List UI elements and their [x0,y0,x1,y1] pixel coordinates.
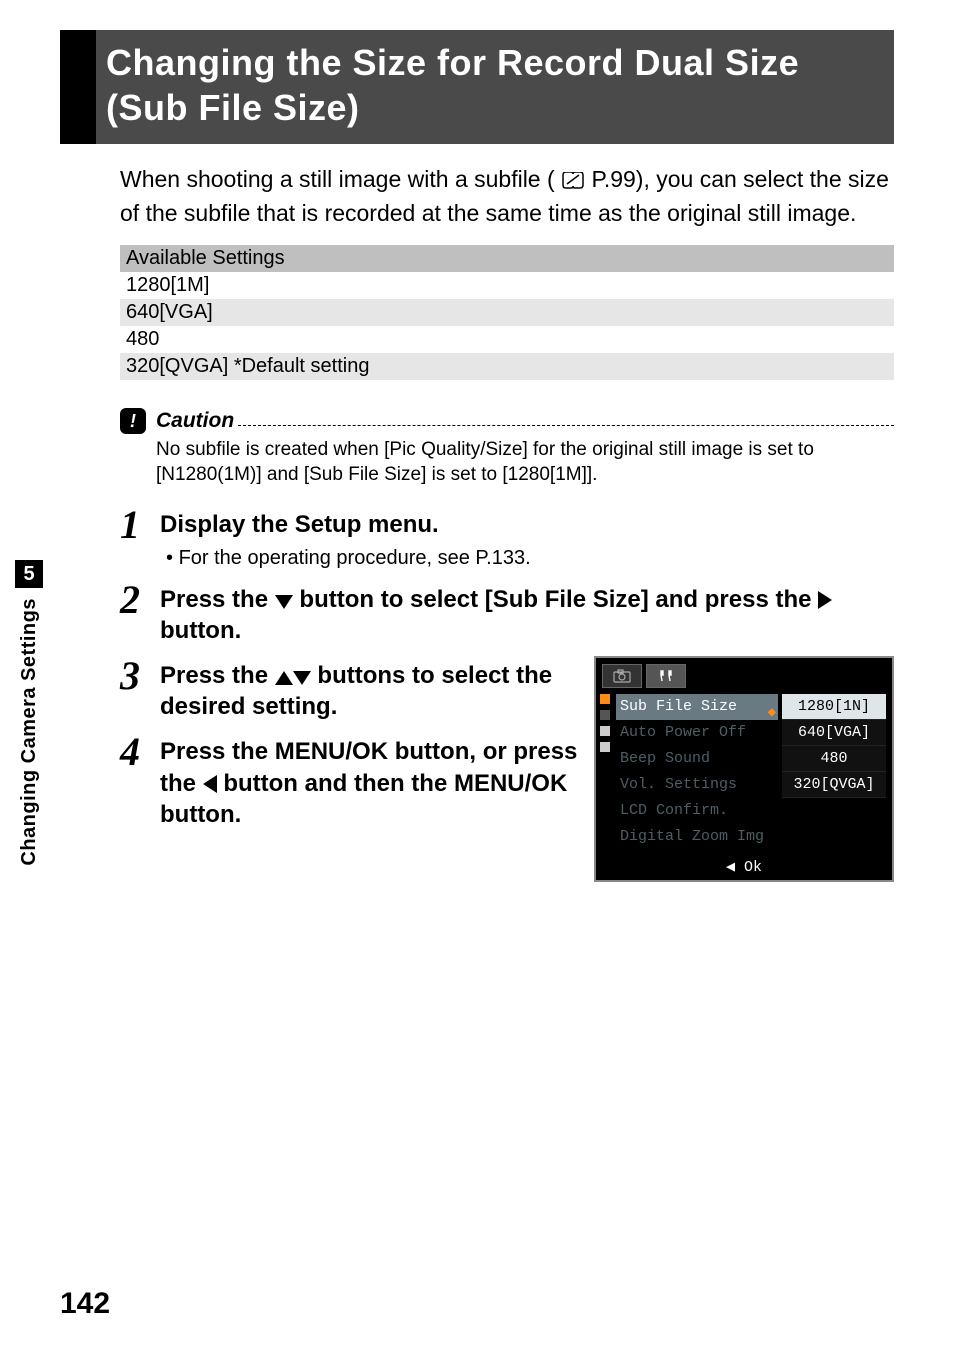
side-label: Changing Camera Settings [18,598,41,866]
option-item-selected: 1280[1N] [782,694,886,720]
step-title: Press the button to select [Sub File Siz… [160,584,894,646]
indicator-dot [600,694,610,704]
step-title: Press the buttons to select the desired … [160,660,578,722]
step-3: 3 Press the buttons to select the desire… [120,656,578,722]
footer-left-icon: ◀ [726,859,735,876]
step-title: Press the MENU/OK button, or press the b… [160,736,578,830]
page-number: 142 [60,1287,110,1321]
step-1: 1 Display the Setup menu. For the operat… [120,505,894,569]
table-row: 640[VGA] [120,299,894,326]
step-4: 4 Press the MENU/OK button, or press the… [120,732,578,830]
step-number: 3 [120,656,160,722]
menu-item-label: Sub File Size [620,698,737,715]
step-text: button. [160,617,241,644]
option-item: 640[VGA] [782,720,886,746]
reference-icon [561,167,585,198]
screenshot-footer: ◀ Ok [596,857,892,876]
footer-label: Ok [744,859,762,876]
steps-list: 1 Display the Setup menu. For the operat… [120,505,894,882]
heading-title: Changing the Size for Record Dual Size (… [96,30,894,144]
camera-tab-icon [602,664,642,688]
side-rail: 5 Changing Camera Settings [12,560,46,866]
screenshot-options-list: 1280[1N] 640[VGA] 480 320[QVGA] [782,694,886,798]
menu-item-selected: Sub File Size ◆ [616,694,778,720]
option-item: 320[QVGA] [782,772,886,798]
down-triangle-icon [293,671,311,685]
menu-item: Beep Sound [616,746,778,772]
menu-item: Digital Zoom Img [616,824,778,850]
down-triangle-icon [275,595,293,609]
table-row: 480 [120,326,894,353]
indicator-dot [600,742,610,752]
chapter-number: 5 [15,560,43,588]
section-heading: Changing the Size for Record Dual Size (… [60,30,894,144]
table-row: 320[QVGA] *Default setting [120,353,894,380]
up-triangle-icon [275,671,293,685]
tools-tab-icon [646,664,686,688]
step-text: button to select [Sub File Size] and pre… [293,586,818,613]
indicator-dot [600,710,610,720]
left-triangle-icon [203,775,217,793]
intro-ref: P.99 [591,166,635,192]
menu-arrow-icon: ◆ [768,700,776,720]
right-triangle-icon [818,591,832,609]
indicator-dot [600,726,610,736]
intro-pre: When shooting a still image with a subfi… [120,166,555,192]
settings-table: Available Settings 1280[1M] 640[VGA] 480… [120,245,894,380]
caution-block: ! Caution No subfile is created when [Pi… [120,408,894,487]
screenshot-tabs [602,664,686,688]
menu-item: LCD Confirm. [616,798,778,824]
menu-item: Auto Power Off [616,720,778,746]
caution-text: No subfile is created when [Pic Quality/… [156,438,894,487]
intro-paragraph: When shooting a still image with a subfi… [120,164,894,229]
heading-tab [60,30,96,144]
step-text: Press the [160,586,275,613]
caution-icon: ! [120,408,146,434]
screenshot-menu-list: Sub File Size ◆ Auto Power Off Beep Soun… [616,694,778,850]
caution-dashes [238,416,894,426]
step-title: Display the Setup menu. [160,509,894,540]
step-subtext: For the operating procedure, see P.133. [178,547,894,570]
camera-screenshot: Sub File Size ◆ Auto Power Off Beep Soun… [594,656,894,882]
step-number: 1 [120,505,160,569]
step-2: 2 Press the button to select [Sub File S… [120,580,894,646]
caution-label: Caution [156,409,234,433]
option-item: 480 [782,746,886,772]
step-text: button and then the MENU/OK button. [160,770,567,828]
table-header: Available Settings [120,245,894,272]
step-number: 2 [120,580,160,646]
step-text: Press the [160,662,275,689]
screenshot-indicator-dots [600,694,610,752]
menu-item: Vol. Settings [616,772,778,798]
table-row: 1280[1M] [120,272,894,299]
step-number: 4 [120,732,160,830]
